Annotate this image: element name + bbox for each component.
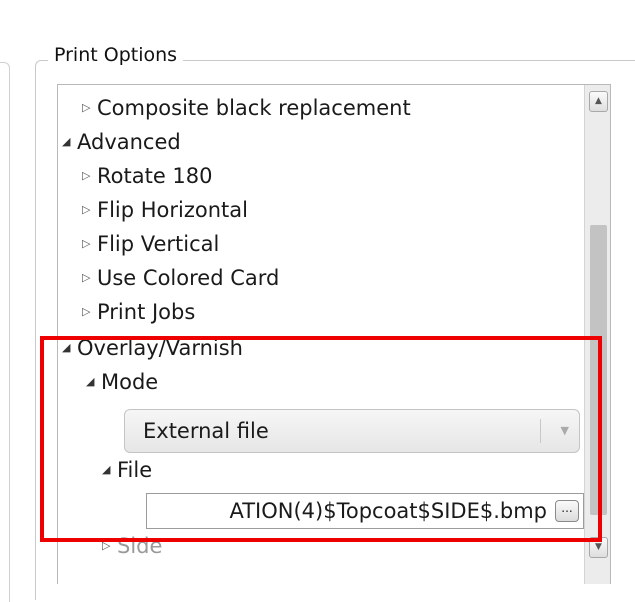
tree-item-label: Flip Vertical — [97, 232, 220, 256]
collapsed-arrow-icon[interactable]: ▷ — [82, 261, 97, 295]
tree-item-flip-vertical[interactable]: ▷ Flip Vertical — [82, 227, 219, 261]
tree-item-label: Use Colored Card — [97, 266, 280, 290]
tree-item-label: Advanced — [77, 130, 181, 154]
expanded-arrow-icon[interactable]: ◢ — [62, 125, 77, 159]
tree-item-colored-card[interactable]: ▷ Use Colored Card — [82, 261, 279, 295]
tree-item-rotate[interactable]: ▷ Rotate 180 — [82, 159, 213, 193]
collapsed-arrow-icon[interactable]: ▷ — [82, 295, 97, 329]
tree-item-advanced[interactable]: ◢ Advanced — [62, 125, 181, 159]
collapsed-arrow-icon[interactable]: ▷ — [82, 227, 97, 261]
red-highlight-box — [40, 336, 602, 542]
collapsed-arrow-icon[interactable]: ▷ — [82, 91, 97, 125]
tree-item-composite[interactable]: ▷ Composite black replacement — [82, 91, 411, 125]
tree-item-label: Rotate 180 — [97, 164, 213, 188]
adjacent-panel-edge — [0, 62, 10, 602]
tree-item-label: Print Jobs — [97, 300, 196, 324]
tree-item-print-jobs[interactable]: ▷ Print Jobs — [82, 295, 195, 329]
group-title: Print Options — [48, 42, 184, 68]
tree-item-flip-horizontal[interactable]: ▷ Flip Horizontal — [82, 193, 248, 227]
tree-item-label: Composite black replacement — [97, 96, 411, 120]
collapsed-arrow-icon[interactable]: ▷ — [82, 193, 97, 227]
scroll-up-icon[interactable]: ▲ — [589, 91, 608, 112]
collapsed-arrow-icon[interactable]: ▷ — [82, 159, 97, 193]
tree-item-label: Flip Horizontal — [97, 198, 248, 222]
